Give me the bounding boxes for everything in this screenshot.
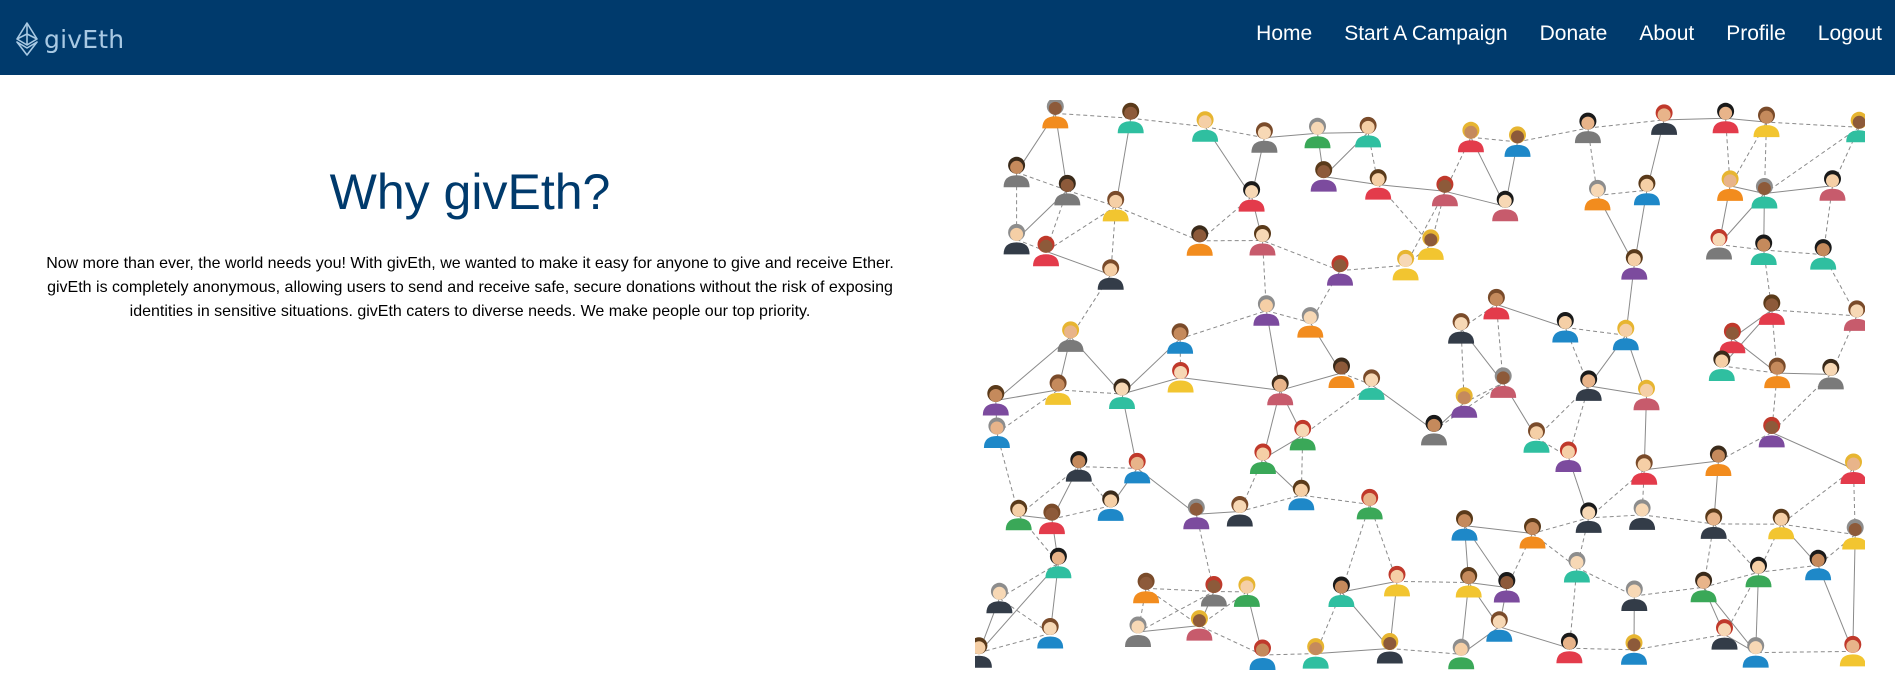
page-title: Why givEth? [329, 164, 611, 220]
hero-description: Now more than ever, the world needs you!… [46, 255, 894, 320]
nav-profile[interactable]: Profile [1726, 20, 1786, 48]
nav-about[interactable]: About [1639, 20, 1694, 48]
nav-logout[interactable]: Logout [1818, 20, 1882, 48]
ethereum-icon [16, 22, 38, 56]
nav-start-campaign[interactable]: Start A Campaign [1344, 20, 1507, 48]
nav-donate[interactable]: Donate [1540, 20, 1608, 48]
brand-logo-link[interactable]: givEth [16, 22, 124, 56]
nav-home[interactable]: Home [1256, 20, 1312, 48]
main-nav: Home Start A Campaign Donate About Profi… [1224, 20, 1882, 48]
people-network-illustration [975, 100, 1865, 670]
brand-name: givEth [44, 24, 125, 54]
navbar: givEth Home Start A Campaign Donate Abou… [0, 0, 1895, 75]
